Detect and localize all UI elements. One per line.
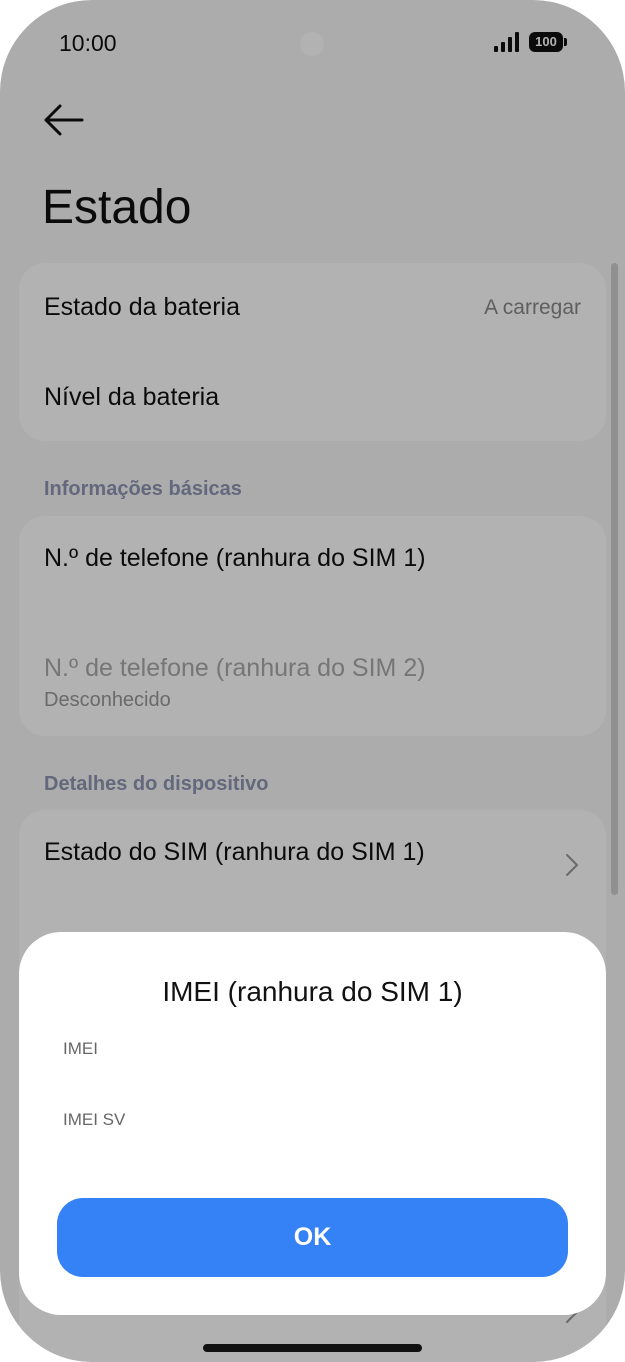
dialog-title: IMEI (ranhura do SIM 1) [162, 976, 463, 1007]
phone-screen: 10:00 100 Estado Estado da bateria A car… [0, 0, 625, 1362]
imei-dialog: IMEI (ranhura do SIM 1) IMEI IMEI SV OK [19, 932, 606, 1315]
imei-label: IMEI [63, 1039, 98, 1058]
home-indicator[interactable] [203, 1344, 422, 1352]
imei-sv-label: IMEI SV [63, 1110, 126, 1129]
ok-button[interactable]: OK [57, 1198, 568, 1277]
